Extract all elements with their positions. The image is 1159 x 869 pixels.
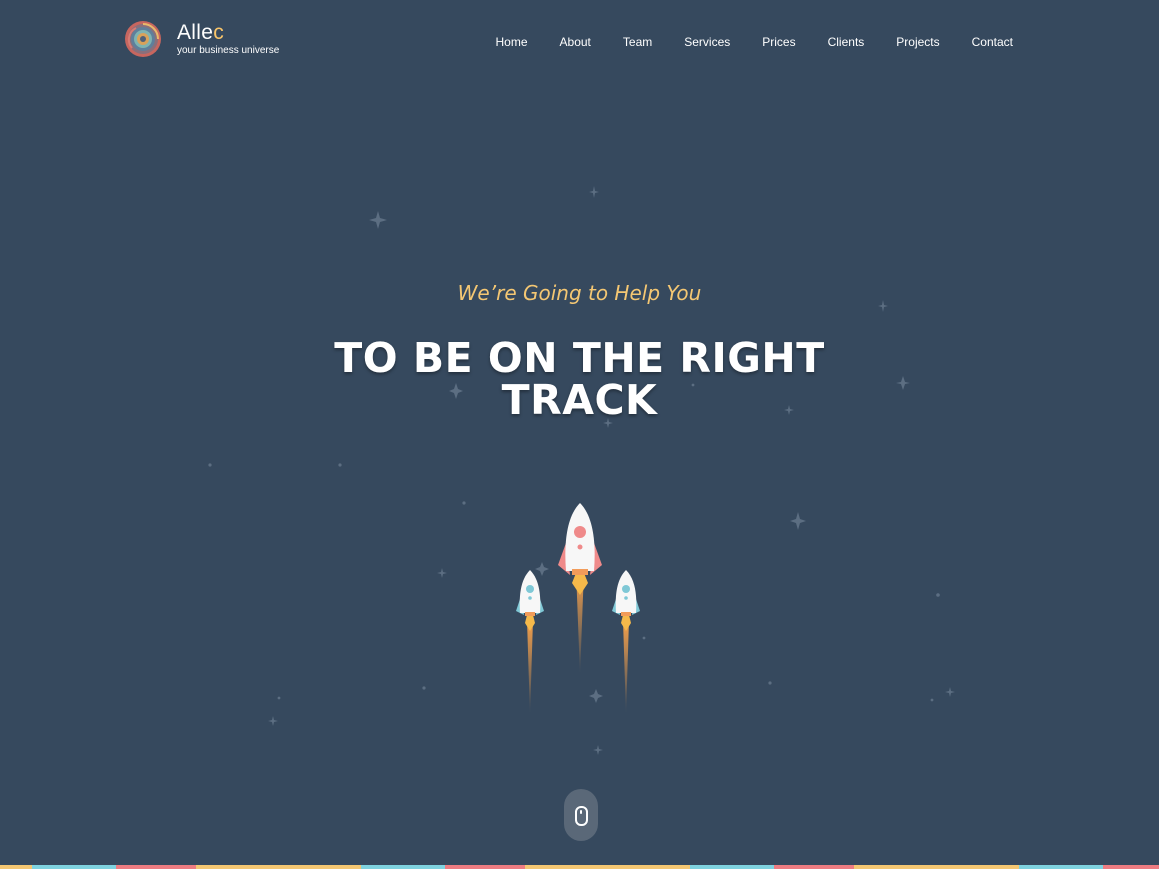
site-header: Allec your business universe Home About … xyxy=(0,0,1159,84)
color-segment xyxy=(445,865,525,869)
brand-name-main: Alle xyxy=(177,20,214,44)
star-icon xyxy=(369,211,387,229)
brand-tagline: your business universe xyxy=(177,44,280,56)
hero-title: TO BE ON THE RIGHT TRACK xyxy=(0,337,1159,421)
brand-name-accent: c xyxy=(213,20,225,44)
color-segment xyxy=(1019,865,1103,869)
star-icon xyxy=(790,512,806,530)
main-nav: Home About Team Services Prices Clients … xyxy=(464,34,1013,50)
nav-item-contact[interactable]: Contact xyxy=(972,34,1013,50)
star-icon xyxy=(593,745,603,755)
mouse-wheel-icon xyxy=(580,810,582,814)
nav-item-clients[interactable]: Clients xyxy=(828,34,865,50)
nav-item-services[interactable]: Services xyxy=(684,34,730,50)
bottom-color-bar xyxy=(0,865,1159,869)
star-icon xyxy=(422,686,426,690)
color-segment xyxy=(690,865,774,869)
scroll-down-button[interactable] xyxy=(564,789,598,841)
color-segment xyxy=(32,865,116,869)
star-icon xyxy=(462,501,466,505)
color-segment xyxy=(116,865,196,869)
star-icon xyxy=(277,696,281,700)
hero-title-line2: TRACK xyxy=(501,376,658,424)
color-segment xyxy=(525,865,690,869)
spiral-logo-icon xyxy=(125,21,161,57)
nav-item-team[interactable]: Team xyxy=(623,34,652,50)
left-rocket-icon xyxy=(516,570,544,715)
color-segment xyxy=(196,865,361,869)
nav-item-projects[interactable]: Projects xyxy=(896,34,939,50)
star-icon xyxy=(930,698,934,702)
star-icon xyxy=(589,186,599,198)
hero-title-line1: TO BE ON THE RIGHT xyxy=(334,334,825,382)
nav-item-home[interactable]: Home xyxy=(496,34,528,50)
star-icon xyxy=(437,568,447,578)
star-icon xyxy=(268,716,278,726)
star-icon xyxy=(945,687,955,697)
hero-subtitle: We’re Going to Help You xyxy=(457,281,702,305)
right-rocket-icon xyxy=(612,570,640,715)
stars-decoration xyxy=(208,186,955,755)
color-segment xyxy=(774,865,854,869)
center-rocket-icon xyxy=(558,503,602,675)
brand-name: Allec xyxy=(177,20,279,44)
mouse-scroll-icon xyxy=(575,806,588,826)
color-segment xyxy=(854,865,1019,869)
nav-item-about[interactable]: About xyxy=(560,34,591,50)
nav-item-prices[interactable]: Prices xyxy=(762,34,795,50)
color-segment xyxy=(361,865,445,869)
star-icon xyxy=(338,463,342,467)
color-segment xyxy=(1103,865,1159,869)
color-segment xyxy=(0,865,32,869)
rockets-illustration xyxy=(516,503,640,715)
star-icon xyxy=(208,463,212,467)
star-icon xyxy=(768,681,772,685)
star-icon xyxy=(936,593,940,597)
brand-logo-link[interactable]: Allec your business universe xyxy=(124,20,279,58)
